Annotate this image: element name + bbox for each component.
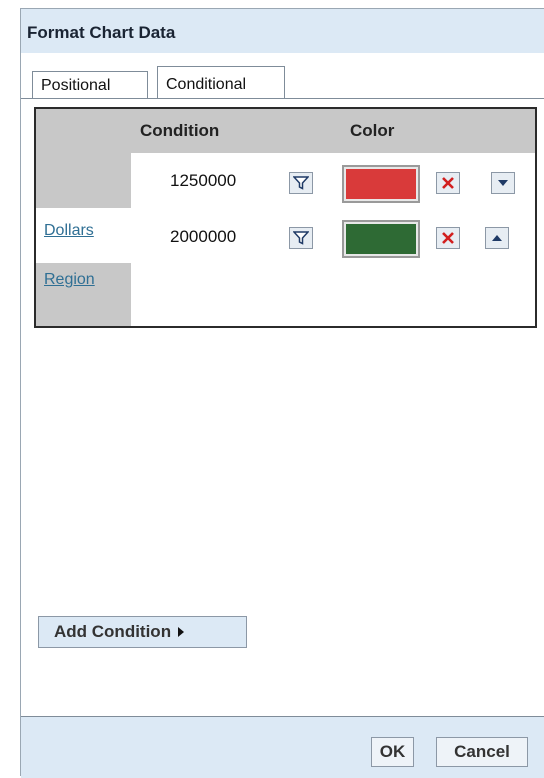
cancel-button[interactable]: Cancel	[436, 737, 528, 767]
field-link-region[interactable]: Region	[44, 271, 95, 289]
condition-value: 1250000	[170, 171, 237, 190]
field-dollars-row: Dollars	[36, 208, 131, 263]
color-swatch[interactable]	[342, 165, 420, 203]
field-link-dollars[interactable]: Dollars	[44, 222, 94, 240]
ok-button[interactable]: OK	[371, 737, 414, 767]
dialog-footer: OK Cancel	[21, 716, 544, 778]
color-fill	[346, 224, 416, 254]
tab-bar: Positional Conditional	[21, 53, 544, 99]
dialog-titlebar: Format Chart Data	[21, 9, 544, 53]
color-swatch[interactable]	[342, 220, 420, 258]
filter-icon[interactable]	[289, 227, 313, 249]
color-fill	[346, 169, 416, 199]
add-condition-label: Add Condition	[54, 622, 172, 641]
condition-value: 2000000	[170, 227, 237, 246]
filter-icon[interactable]	[289, 172, 313, 194]
conditions-header: Condition Color	[36, 109, 535, 153]
triangle-right-icon	[177, 626, 185, 638]
condition-column-header: Condition	[140, 121, 220, 140]
tab-conditional[interactable]: Conditional	[157, 66, 285, 99]
format-chart-data-dialog: Format Chart Data Positional Conditional…	[20, 8, 544, 778]
fields-column: Dollars Region	[36, 153, 131, 326]
arrow-down-icon[interactable]	[491, 172, 515, 194]
conditions-panel: Condition Color Dollars Region 1250000 2…	[34, 107, 537, 328]
delete-icon[interactable]	[436, 172, 460, 194]
dialog-title: Format Chart Data	[27, 23, 176, 42]
tab-positional[interactable]: Positional	[32, 71, 148, 98]
color-column-header: Color	[350, 121, 395, 140]
tab-divider	[21, 98, 544, 99]
arrow-up-icon[interactable]	[485, 227, 509, 249]
add-condition-button[interactable]: Add Condition	[38, 616, 247, 648]
delete-icon[interactable]	[436, 227, 460, 249]
